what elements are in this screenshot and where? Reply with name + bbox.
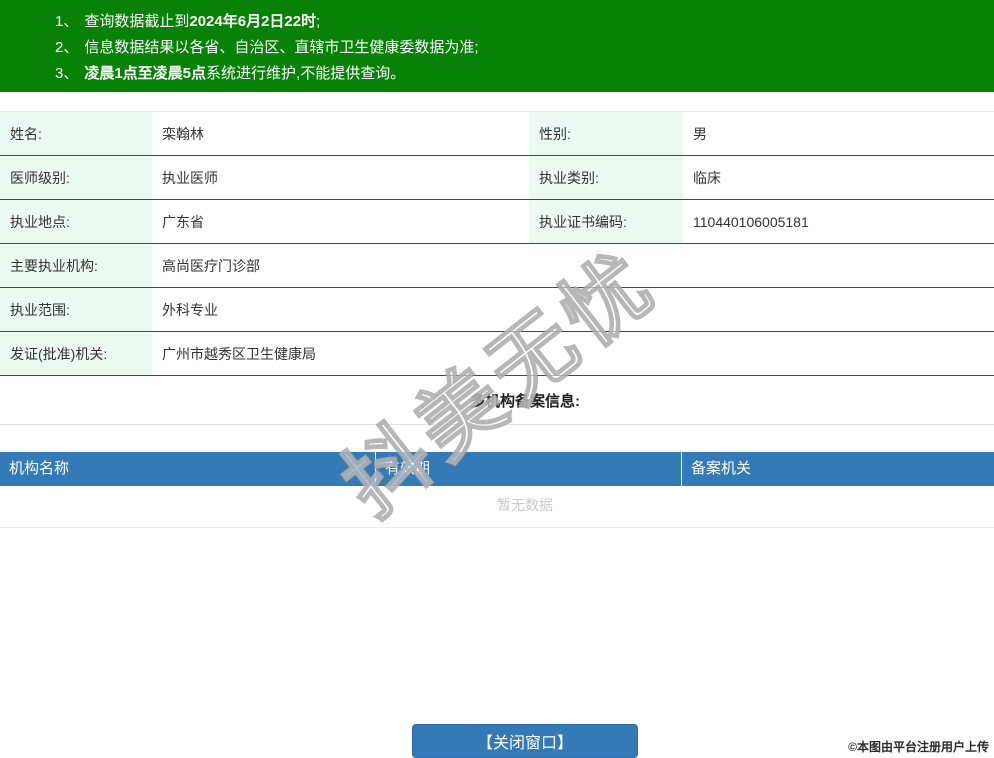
filing-table-header: 机构名称 有效期 备案机关 — [0, 452, 994, 486]
table-row: 执业地点: 广东省 执业证书编码: 110440106005181 — [0, 199, 994, 244]
field-label-certificate-number: 执业证书编码: — [529, 199, 683, 244]
table-row: 主要执业机构: 高尚医疗门诊部 — [0, 243, 994, 288]
notice-line-3: 3、 凌晨1点至凌晨5点系统进行维护,不能提供查询。 — [55, 61, 994, 87]
notice-line-2: 2、 信息数据结果以各省、自治区、直辖市卫生健康委数据为准; — [55, 35, 994, 61]
column-header-validity-period: 有效期 — [375, 452, 681, 486]
notice-number: 2、 — [55, 39, 79, 56]
table-row: 执业范围: 外科专业 — [0, 287, 994, 332]
notice-number: 3、 — [55, 65, 79, 82]
field-label-name: 姓名: — [0, 111, 152, 156]
field-value-name: 栾翰林 — [152, 111, 529, 156]
column-header-filing-authority: 备案机关 — [681, 452, 994, 486]
empty-data-message: 暂无数据 — [0, 486, 994, 528]
field-label-main-institution: 主要执业机构: — [0, 243, 152, 288]
field-value-practice-location: 广东省 — [152, 199, 529, 244]
table-row: 姓名: 栾翰林 性别: 男 — [0, 111, 994, 156]
field-label-practice-category: 执业类别: — [529, 155, 683, 200]
notice-text: 信息数据结果以各省、自治区、直辖市卫生健康委数据为准; — [84, 39, 479, 56]
field-value-certificate-number: 110440106005181 — [683, 199, 994, 244]
table-row: 发证(批准)机关: 广州市越秀区卫生健康局 — [0, 331, 994, 376]
field-label-practice-scope: 执业范围: — [0, 287, 152, 332]
field-value-practice-category: 临床 — [683, 155, 994, 200]
attribution-text: ©本图由平台注册用户上传 — [848, 740, 989, 754]
doctor-info-table: 姓名: 栾翰林 性别: 男 医师级别: 执业医师 执业类别: 临床 执业地点: … — [0, 111, 994, 376]
field-value-doctor-level: 执业医师 — [152, 155, 529, 200]
notice-line-1: 1、 查询数据截止到2024年6月2日22时; — [55, 9, 994, 35]
field-label-gender: 性别: — [529, 111, 683, 156]
notice-text-tail: 系统进行维护,不能提供查询。 — [206, 65, 406, 82]
section-title-multi-institution: 多机构备案信息: — [0, 376, 994, 425]
page-container: 1、 查询数据截止到2024年6月2日22时; 2、 信息数据结果以各省、自治区、直… — [0, 0, 994, 528]
close-window-button[interactable]: 【关闭窗口】 — [412, 724, 638, 758]
field-value-main-institution: 高尚医疗门诊部 — [152, 243, 994, 288]
notice-number: 1、 — [55, 13, 79, 30]
table-row: 医师级别: 执业医师 执业类别: 临床 — [0, 155, 994, 200]
field-label-doctor-level: 医师级别: — [0, 155, 152, 200]
column-header-institution-name: 机构名称 — [9, 460, 70, 477]
notice-banner: 1、 查询数据截止到2024年6月2日22时; 2、 信息数据结果以各省、自治区、直… — [0, 0, 994, 92]
field-value-issuing-authority: 广州市越秀区卫生健康局 — [152, 331, 994, 376]
field-value-practice-scope: 外科专业 — [152, 287, 994, 332]
notice-text-bold: 2024年6月2日22时 — [189, 13, 317, 30]
notice-text: 查询数据截止到 — [84, 13, 190, 30]
field-label-issuing-authority: 发证(批准)机关: — [0, 331, 152, 376]
field-label-practice-location: 执业地点: — [0, 199, 152, 244]
field-value-gender: 男 — [683, 111, 994, 156]
notice-text-tail: ; — [316, 13, 321, 30]
notice-text-bold: 凌晨1点至凌晨5点 — [84, 65, 207, 82]
